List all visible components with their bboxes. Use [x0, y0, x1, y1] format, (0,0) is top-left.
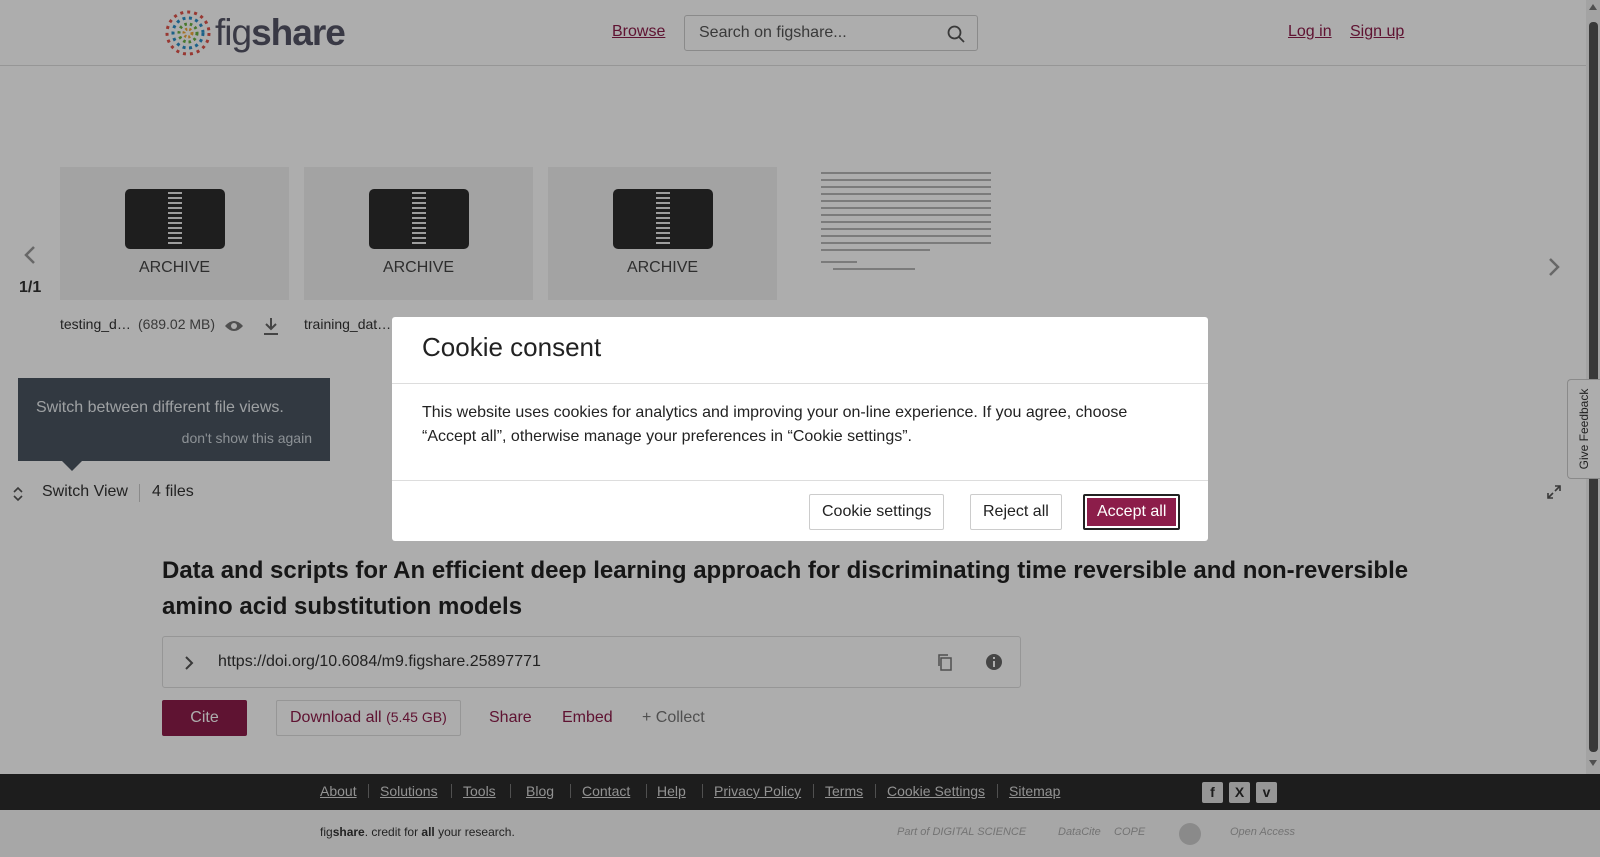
dialog-footer: Cookie settings Reject all Accept all: [392, 480, 1208, 541]
cookie-consent-dialog: Cookie consent This website uses cookies…: [392, 317, 1208, 541]
dialog-header: Cookie consent: [392, 317, 1208, 384]
accept-all-button[interactable]: Accept all: [1083, 494, 1181, 530]
dialog-title: Cookie consent: [422, 332, 602, 362]
reject-all-button[interactable]: Reject all: [970, 494, 1062, 530]
cookie-settings-button[interactable]: Cookie settings: [809, 494, 945, 530]
dialog-body: This website uses cookies for analytics …: [422, 404, 1128, 445]
